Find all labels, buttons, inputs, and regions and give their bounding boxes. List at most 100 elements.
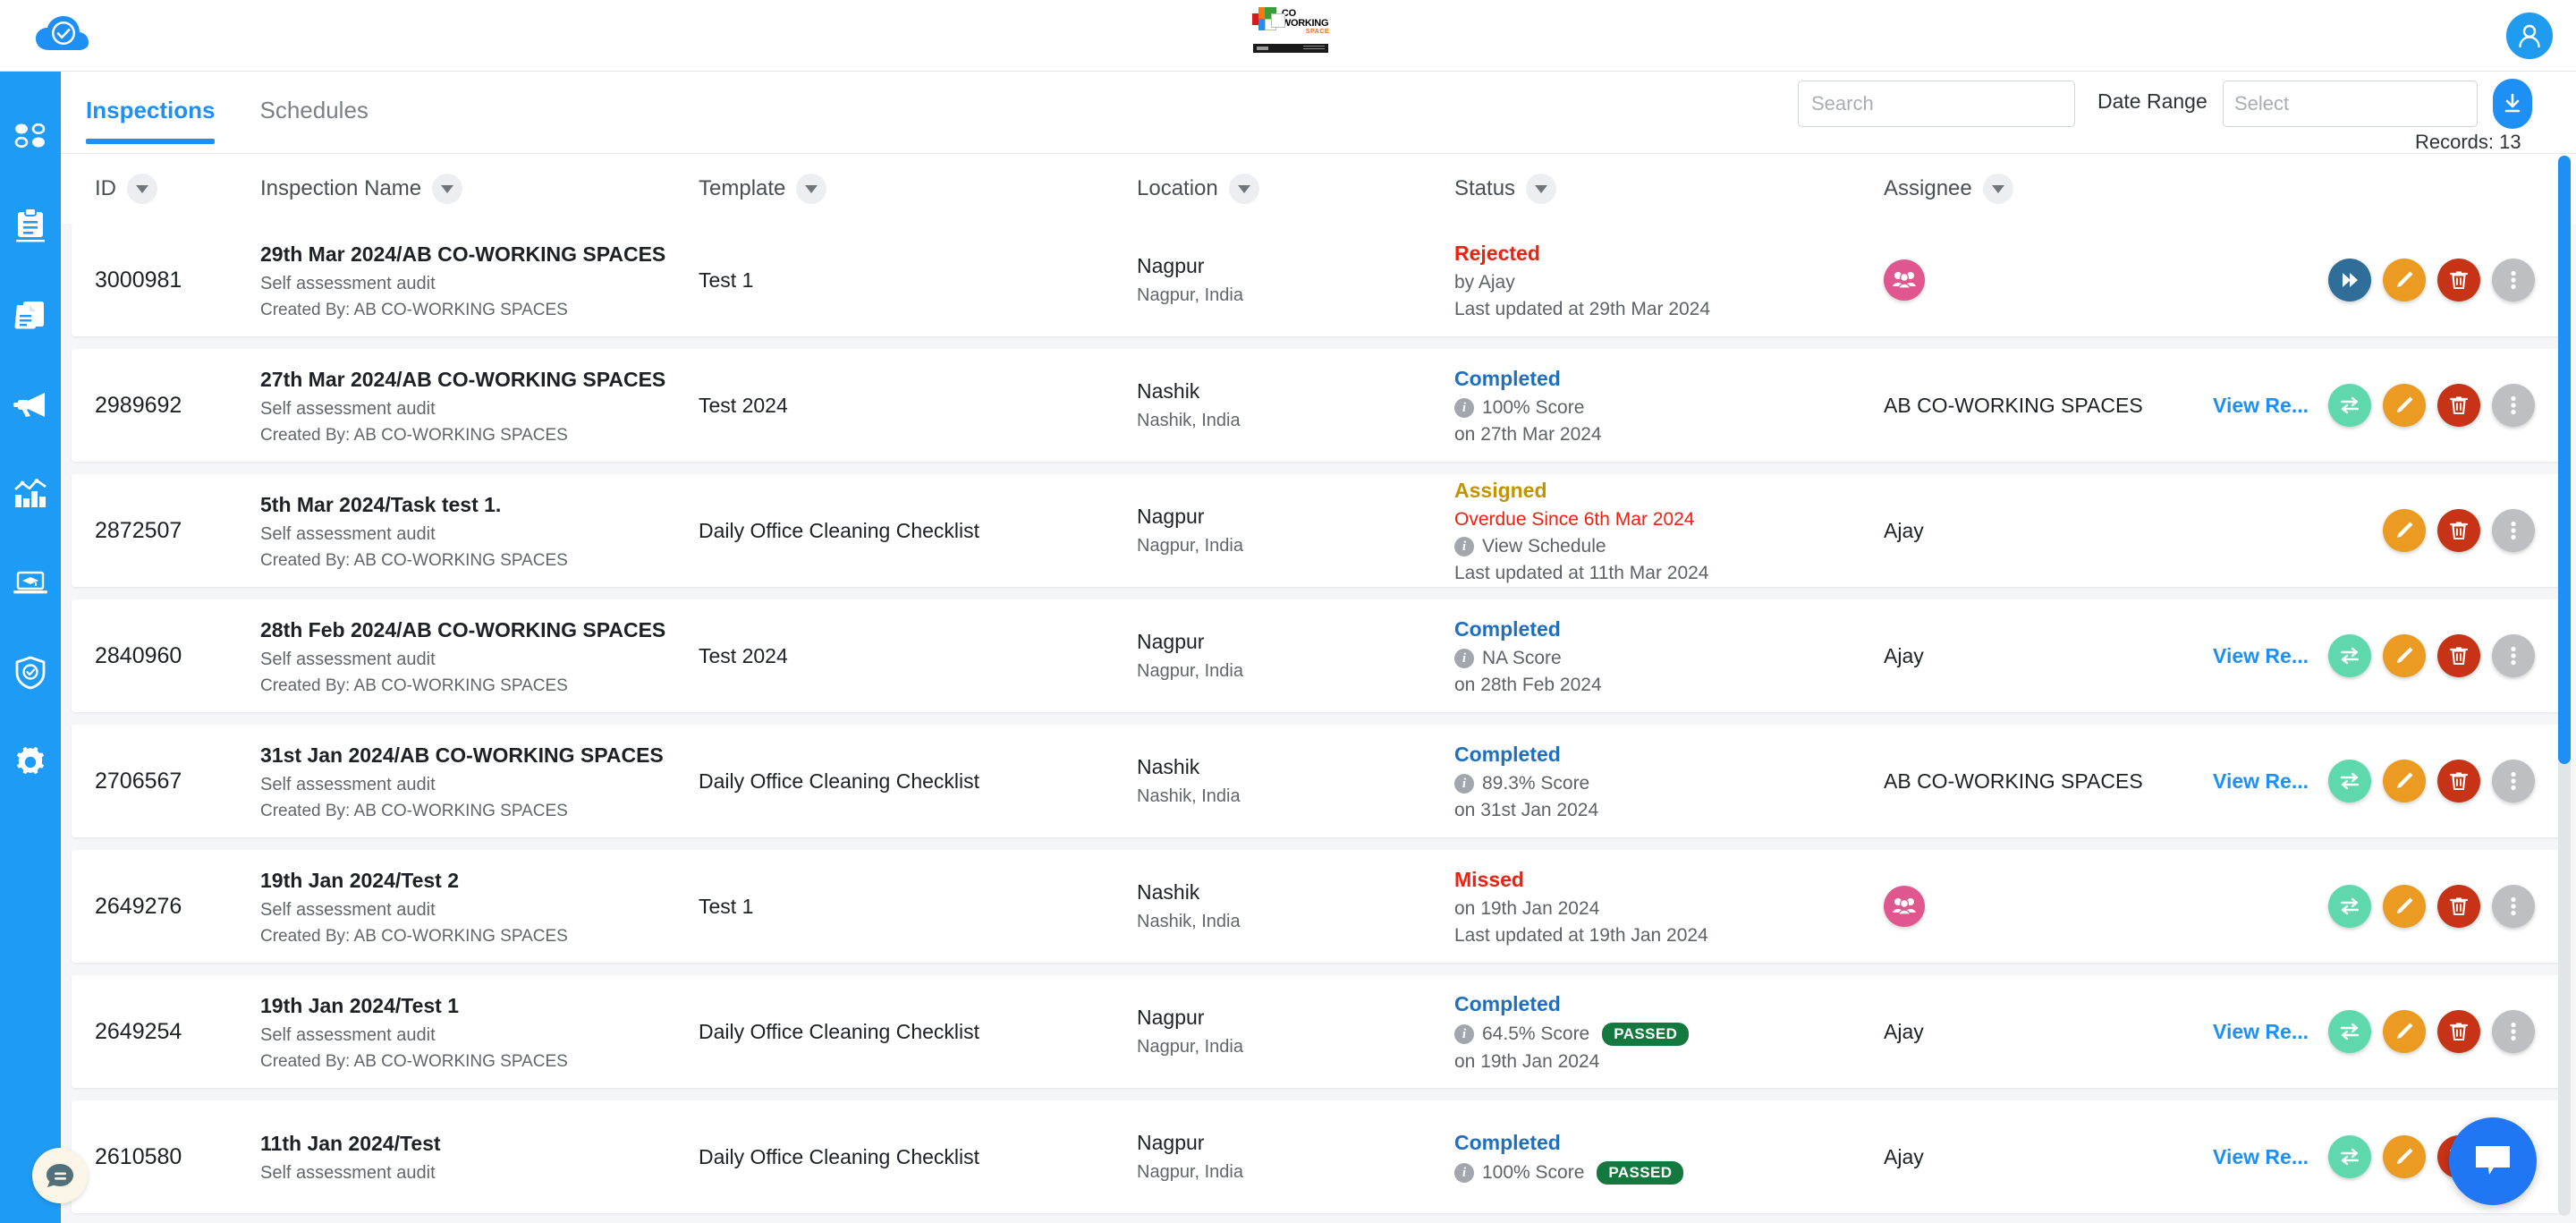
vertical-scrollbar[interactable] (2558, 156, 2571, 1216)
column-label-location: Location (1137, 176, 1218, 200)
edit-button[interactable] (2383, 1010, 2426, 1053)
scrollbar-thumb[interactable] (2558, 156, 2571, 764)
edit-button[interactable] (2383, 1135, 2426, 1178)
chevron-down-icon[interactable] (127, 174, 157, 204)
chat-bubble-icon[interactable] (32, 1148, 88, 1203)
cell-status: Rejected by Ajay Last updated at 29th Mar … (1454, 240, 1884, 320)
status-timestamp: on 28th Feb 2024 (1454, 675, 1602, 695)
tab-inspections[interactable]: Inspections (86, 97, 216, 144)
cell-id: 2872507 (95, 518, 260, 544)
template-name: Daily Office Cleaning Checklist (699, 518, 980, 542)
sidebar-item-reports[interactable] (0, 449, 61, 539)
search-input[interactable] (1798, 81, 2075, 127)
result-badge: PASSED (1602, 1023, 1690, 1046)
inspection-id: 2872507 (95, 517, 182, 543)
reassign-button[interactable] (2328, 1010, 2371, 1053)
table-row[interactable]: 2840960 28th Feb 2024/AB CO-WORKING SPACE… (72, 599, 2565, 712)
inspection-id: 2706567 (95, 768, 182, 794)
inspection-id: 2649254 (95, 1018, 182, 1044)
reassign-button[interactable] (2328, 760, 2371, 803)
view-report-link[interactable]: View Re... (2213, 644, 2309, 668)
inspection-subtitle: Self assessment audit (260, 273, 436, 293)
logo-footer-bar (1253, 44, 1328, 53)
cell-inspection-name: 31st Jan 2024/AB CO-WORKING SPACES Self a… (260, 742, 699, 821)
more-options-button[interactable] (2492, 1010, 2535, 1053)
assignee-name: AB CO-WORKING SPACES (1884, 393, 2143, 417)
date-range-field[interactable]: ✖ (2223, 81, 2478, 127)
view-report-link[interactable]: View Re... (2213, 769, 2309, 794)
location-region: Nashik, India (1137, 786, 1241, 806)
reassign-button[interactable] (2328, 1135, 2371, 1178)
sidebar-item-compliance[interactable] (0, 628, 61, 718)
edit-button[interactable] (2383, 384, 2426, 427)
reassign-button[interactable] (2328, 634, 2371, 677)
sidebar-item-inspections[interactable] (0, 181, 61, 270)
table-row[interactable]: 3000981 29th Mar 2024/AB CO-WORKING SPACE… (72, 224, 2565, 336)
date-range-input[interactable] (2224, 81, 2477, 126)
more-options-button[interactable] (2492, 760, 2535, 803)
cell-id: 2706567 (95, 769, 260, 794)
view-report-link[interactable]: View Re... (2213, 394, 2309, 418)
table-row[interactable]: 2649276 19th Jan 2024/Test 2 Self assessme… (72, 850, 2565, 963)
sidebar-item-templates[interactable] (0, 270, 61, 360)
row-actions: View Re... (2213, 384, 2565, 427)
sidebar-item-settings[interactable] (0, 718, 61, 807)
chevron-down-icon[interactable] (1228, 174, 1259, 204)
info-icon: i (1454, 774, 1474, 794)
assignee-group-icon[interactable] (1884, 886, 1925, 927)
view-report-link[interactable]: View Re... (2213, 1145, 2309, 1169)
tab-schedules[interactable]: Schedules (259, 97, 368, 144)
sidebar-item-training[interactable] (0, 539, 61, 628)
table-row[interactable]: 2649254 19th Jan 2024/Test 1 Self assessme… (72, 975, 2565, 1088)
status-timestamp: on 19th Jan 2024 (1454, 1051, 1600, 1072)
cell-template: Test 1 (699, 268, 1137, 293)
view-report-link[interactable]: View Re... (2213, 1020, 2309, 1044)
cell-location: Nagpur Nagpur, India (1137, 630, 1454, 682)
status-detail-primary[interactable]: i View Schedule (1454, 536, 1884, 557)
delete-button[interactable] (2437, 885, 2480, 928)
user-avatar-icon[interactable] (2506, 13, 2553, 59)
table-row[interactable]: 2610580 11th Jan 2024/Test Self assessment… (72, 1100, 2565, 1213)
column-header-template: Template (699, 174, 1137, 204)
more-options-button[interactable] (2492, 885, 2535, 928)
reassign-button[interactable] (2328, 885, 2371, 928)
chevron-down-icon[interactable] (1982, 174, 2013, 204)
status-detail-text: 89.3% Score (1482, 773, 1590, 794)
edit-button[interactable] (2383, 760, 2426, 803)
inspections-table: ID Inspection Name Template Location Sta… (61, 154, 2576, 1223)
edit-button[interactable] (2383, 885, 2426, 928)
column-header-status: Status (1454, 174, 1884, 204)
edit-button[interactable] (2383, 509, 2426, 552)
sidebar-item-announcements[interactable] (0, 360, 61, 449)
chevron-down-icon[interactable] (432, 174, 463, 204)
download-icon[interactable] (2493, 79, 2532, 129)
more-options-button[interactable] (2492, 634, 2535, 677)
delete-button[interactable] (2437, 760, 2480, 803)
delete-button[interactable] (2437, 634, 2480, 677)
more-options-button[interactable] (2492, 259, 2535, 302)
chevron-down-icon[interactable] (1526, 174, 1557, 204)
edit-button[interactable] (2383, 259, 2426, 302)
delete-button[interactable] (2437, 384, 2480, 427)
message-bubble-icon[interactable] (2449, 1117, 2537, 1205)
template-name: Test 2024 (699, 643, 788, 667)
assignee-group-icon[interactable] (1884, 259, 1925, 301)
more-options-button[interactable] (2492, 384, 2535, 427)
delete-button[interactable] (2437, 509, 2480, 552)
table-row[interactable]: 2706567 31st Jan 2024/AB CO-WORKING SPACE… (72, 725, 2565, 837)
reassign-button[interactable] (2328, 384, 2371, 427)
cell-inspection-name: 11th Jan 2024/Test Self assessment audit (260, 1130, 699, 1184)
status-badge: Completed (1454, 617, 1561, 641)
sidebar-item-dashboard[interactable] (0, 91, 61, 181)
edit-button[interactable] (2383, 634, 2426, 677)
delete-button[interactable] (2437, 1010, 2480, 1053)
more-options-button[interactable] (2492, 509, 2535, 552)
delete-button[interactable] (2437, 259, 2480, 302)
column-header-assignee: Assignee (1884, 174, 2210, 204)
table-row[interactable]: 2989692 27th Mar 2024/AB CO-WORKING SPACE… (72, 349, 2565, 462)
chevron-down-icon[interactable] (796, 174, 827, 204)
table-row[interactable]: 2872507 5th Mar 2024/Task test 1. Self ass… (72, 474, 2565, 587)
cloud-check-icon[interactable] (34, 13, 89, 57)
forward-button[interactable] (2328, 259, 2371, 302)
cell-assignee: AB CO-WORKING SPACES (1884, 769, 2210, 794)
